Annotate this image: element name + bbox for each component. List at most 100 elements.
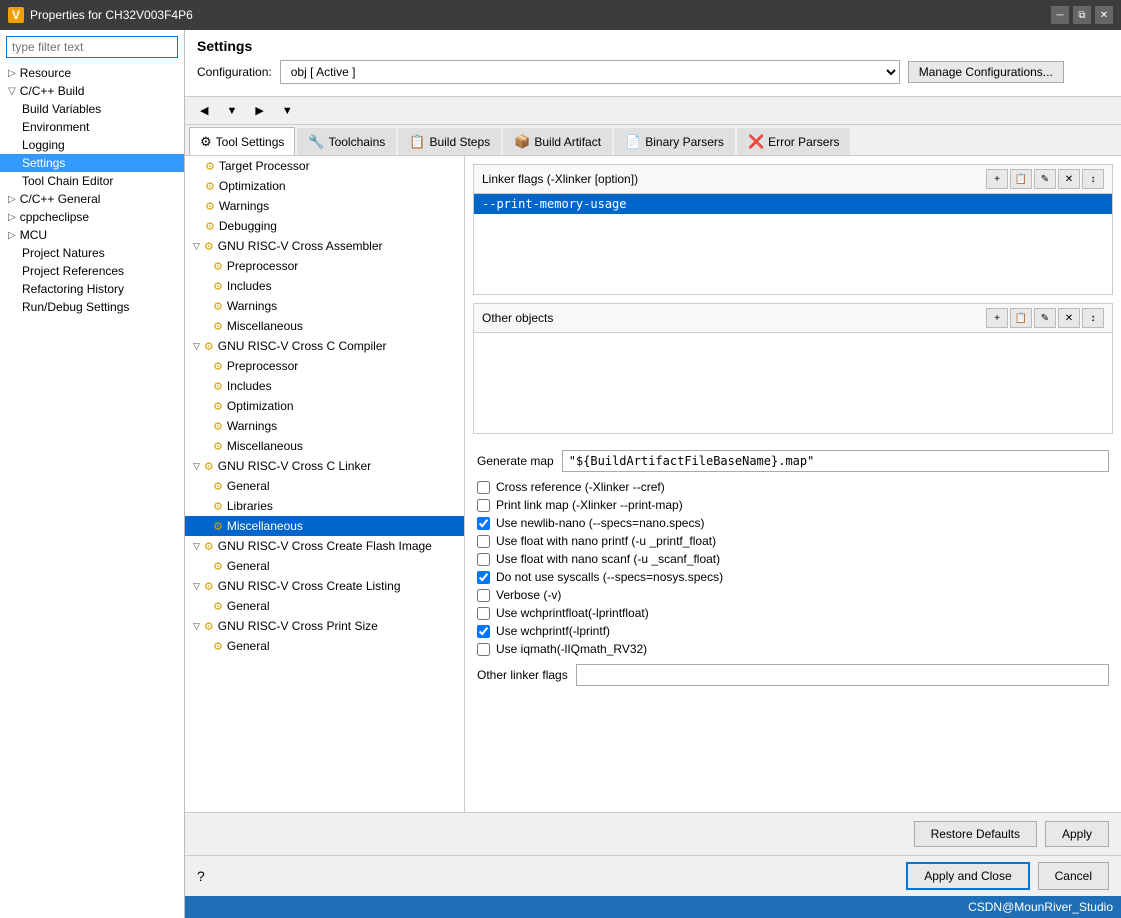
delete-object-button[interactable]: ✕ [1058, 308, 1080, 328]
tool-item-includes-asm[interactable]: ⚙ Includes [185, 276, 464, 296]
tool-item-preprocessor-cc[interactable]: ⚙ Preprocessor [185, 356, 464, 376]
tool-item-debugging[interactable]: ⚙ Debugging [185, 216, 464, 236]
nav-dropdown-button[interactable]: ▼ [219, 102, 244, 120]
sidebar-item-label: cppcheclipse [20, 210, 89, 224]
sidebar-item-resource[interactable]: ▷ Resource [0, 64, 184, 82]
checkbox-iqmath[interactable] [477, 643, 490, 656]
edit-object-button[interactable]: ✎ [1034, 308, 1056, 328]
tool-item-gnu-print-size[interactable]: ▽ ⚙ GNU RISC-V Cross Print Size [185, 616, 464, 636]
sidebar-item-cpp-general[interactable]: ▷ C/C++ General [0, 190, 184, 208]
tool-item-gnu-assembler[interactable]: ▽ ⚙ GNU RISC-V Cross Assembler [185, 236, 464, 256]
filter-input[interactable] [6, 36, 178, 58]
tool-item-miscellaneous-asm[interactable]: ⚙ Miscellaneous [185, 316, 464, 336]
checkbox-verbose[interactable] [477, 589, 490, 602]
restore-button[interactable]: ⧉ [1073, 6, 1091, 24]
other-flags-input[interactable] [576, 664, 1109, 686]
tool-item-includes-cc[interactable]: ⚙ Includes [185, 376, 464, 396]
tool-item-target-processor[interactable]: ⚙ Target Processor [185, 156, 464, 176]
sidebar-item-refactoring-history[interactable]: Refactoring History [0, 280, 184, 298]
help-icon[interactable]: ? [197, 868, 205, 884]
sidebar-item-project-natures[interactable]: Project Natures [0, 244, 184, 262]
sidebar-item-build-variables[interactable]: Build Variables [0, 100, 184, 118]
checkbox-wchprintfloat[interactable] [477, 607, 490, 620]
generate-map-input[interactable] [562, 450, 1109, 472]
sidebar-item-tool-chain-editor[interactable]: Tool Chain Editor [0, 172, 184, 190]
tab-tool-settings[interactable]: ⚙ Tool Settings [189, 127, 295, 155]
tool-item-general-listing[interactable]: ⚙ General [185, 596, 464, 616]
apply-button[interactable]: Apply [1045, 821, 1109, 847]
tab-error-parsers[interactable]: ❌ Error Parsers [737, 128, 851, 155]
sidebar-item-label: Build Variables [22, 102, 101, 116]
tab-binary-parsers[interactable]: 📄 Binary Parsers [614, 128, 735, 155]
tool-item-label: General [227, 599, 270, 613]
other-flags-label: Other linker flags [477, 668, 568, 682]
add-from-button[interactable]: 📋 [1010, 169, 1032, 189]
tool-item-general-flash[interactable]: ⚙ General [185, 556, 464, 576]
sidebar-item-cppcheclipse[interactable]: ▷ cppcheclipse [0, 208, 184, 226]
checkbox-float-printf[interactable] [477, 535, 490, 548]
tool-item-warnings-asm[interactable]: ⚙ Warnings [185, 296, 464, 316]
expand-icon: ▽ [193, 341, 200, 352]
tool-item-label: GNU RISC-V Cross C Compiler [218, 339, 387, 353]
apply-and-close-button[interactable]: Apply and Close [906, 862, 1029, 890]
checkbox-cross-ref[interactable] [477, 481, 490, 494]
title-bar: V Properties for CH32V003F4P6 ─ ⧉ ✕ [0, 0, 1121, 30]
tool-item-warnings-cc[interactable]: ⚙ Warnings [185, 416, 464, 436]
tab-toolchains[interactable]: 🔧 Toolchains [297, 128, 396, 155]
tool-item-warnings[interactable]: ⚙ Warnings [185, 196, 464, 216]
main-container: ▷ Resource ▽ C/C++ Build Build Variables… [0, 30, 1121, 918]
sidebar-item-run-debug-settings[interactable]: Run/Debug Settings [0, 298, 184, 316]
add-flag-button[interactable]: + [986, 169, 1008, 189]
tab-build-artifact[interactable]: 📦 Build Artifact [503, 128, 612, 155]
tool-item-general-linker[interactable]: ⚙ General [185, 476, 464, 496]
add-object-button[interactable]: + [986, 308, 1008, 328]
nav-dropdown2-button[interactable]: ▼ [275, 102, 300, 120]
restore-defaults-button[interactable]: Restore Defaults [914, 821, 1037, 847]
tool-item-optimization[interactable]: ⚙ Optimization [185, 176, 464, 196]
back-button[interactable]: ◀ [193, 101, 215, 120]
tool-item-miscellaneous-cc[interactable]: ⚙ Miscellaneous [185, 436, 464, 456]
sidebar-item-cpp-build[interactable]: ▽ C/C++ Build [0, 82, 184, 100]
cancel-button[interactable]: Cancel [1038, 862, 1109, 890]
move-flag-button[interactable]: ↕ [1082, 169, 1104, 189]
tool-item-gnu-listing[interactable]: ▽ ⚙ GNU RISC-V Cross Create Listing [185, 576, 464, 596]
tool-item-optimization-cc[interactable]: ⚙ Optimization [185, 396, 464, 416]
flag-item-print-memory-usage[interactable]: --print-memory-usage [474, 194, 1112, 214]
checkbox-container: Cross reference (-Xlinker --cref)Print l… [477, 480, 1109, 656]
sidebar-item-project-references[interactable]: Project References [0, 262, 184, 280]
forward-button[interactable]: ▶ [248, 101, 270, 120]
checkbox-row-verbose: Verbose (-v) [477, 588, 1109, 602]
tool-item-gnu-flash[interactable]: ▽ ⚙ GNU RISC-V Cross Create Flash Image [185, 536, 464, 556]
tool-item-label: Warnings [219, 199, 269, 213]
tool-item-libraries-linker[interactable]: ⚙ Libraries [185, 496, 464, 516]
sidebar-item-mcu[interactable]: ▷ MCU [0, 226, 184, 244]
build-artifact-icon: 📦 [514, 134, 530, 150]
delete-flag-button[interactable]: ✕ [1058, 169, 1080, 189]
other-objects-header: Other objects + 📋 ✎ ✕ ↕ [474, 304, 1112, 333]
edit-flag-button[interactable]: ✎ [1034, 169, 1056, 189]
checkbox-row-float-printf: Use float with nano printf (-u _printf_f… [477, 534, 1109, 548]
checkbox-newlib-nano[interactable] [477, 517, 490, 530]
config-select[interactable]: obj [ Active ] [280, 60, 900, 84]
tab-build-steps[interactable]: 📋 Build Steps [398, 128, 501, 155]
tool-item-preprocessor-asm[interactable]: ⚙ Preprocessor [185, 256, 464, 276]
tool-item-miscellaneous-linker[interactable]: ⚙ Miscellaneous [185, 516, 464, 536]
checkbox-float-scanf[interactable] [477, 553, 490, 566]
close-button[interactable]: ✕ [1095, 6, 1113, 24]
tool-item-gnu-c-compiler[interactable]: ▽ ⚙ GNU RISC-V Cross C Compiler [185, 336, 464, 356]
checkbox-print-link-map[interactable] [477, 499, 490, 512]
move-object-button[interactable]: ↕ [1082, 308, 1104, 328]
tool-item-label: General [227, 639, 270, 653]
tool-icon: ⚙ [213, 280, 223, 293]
minimize-button[interactable]: ─ [1051, 6, 1069, 24]
sidebar-item-settings[interactable]: Settings [0, 154, 184, 172]
manage-configurations-button[interactable]: Manage Configurations... [908, 61, 1064, 83]
status-bar: CSDN@MounRiver_Studio [185, 896, 1121, 918]
tool-item-gnu-c-linker[interactable]: ▽ ⚙ GNU RISC-V Cross C Linker [185, 456, 464, 476]
tool-item-general-print-size[interactable]: ⚙ General [185, 636, 464, 656]
add-object-from-button[interactable]: 📋 [1010, 308, 1032, 328]
checkbox-no-syscalls[interactable] [477, 571, 490, 584]
sidebar-item-logging[interactable]: Logging [0, 136, 184, 154]
checkbox-wchprintf[interactable] [477, 625, 490, 638]
sidebar-item-environment[interactable]: Environment [0, 118, 184, 136]
